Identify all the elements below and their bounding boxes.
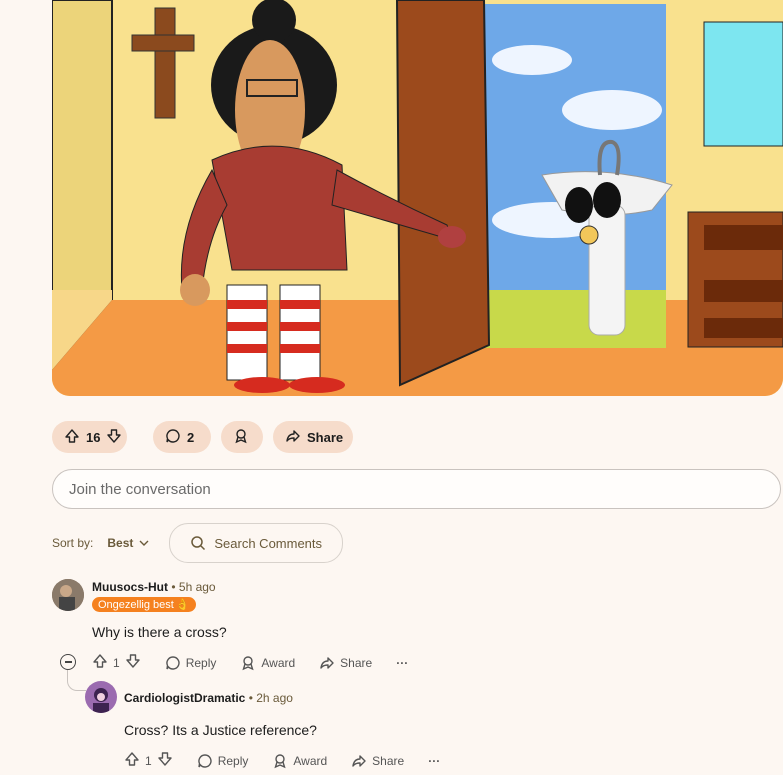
award-icon (274, 753, 286, 768)
downvote-icon[interactable] (125, 653, 141, 672)
reply-button[interactable]: Reply (165, 655, 217, 671)
join-placeholder: Join the conversation (69, 480, 211, 498)
sort-value: Best (107, 536, 134, 550)
reply-label: Reply (185, 655, 217, 670)
comment-vote-count: 1 (113, 655, 120, 670)
search-icon (191, 536, 206, 551)
comment-time: • 5h ago (171, 580, 216, 594)
reply-button[interactable]: Reply (197, 753, 249, 769)
award-button[interactable]: Award (272, 753, 327, 769)
more-options-button[interactable]: ··· (396, 656, 408, 670)
comment-text: Why is there a cross? (92, 624, 227, 640)
cartoon-illustration (52, 0, 783, 396)
share-button[interactable]: Share (319, 655, 372, 671)
chevron-down-icon (139, 540, 149, 546)
comment-header: CardiologistDramatic • 2h ago (124, 691, 293, 705)
sort-by-label: Sort by: (52, 536, 94, 550)
user-flair: Ongezellig best 👌 (92, 597, 196, 612)
share-button[interactable]: Share (273, 421, 353, 453)
search-comments-placeholder: Search Comments (214, 535, 323, 551)
vote-count: 16 (86, 429, 101, 445)
timestamp: 2h ago (256, 691, 293, 705)
thread-line (67, 670, 86, 691)
comment-vote: 1 (124, 751, 173, 770)
join-conversation-input[interactable]: Join the conversation (52, 469, 781, 509)
upvote-icon[interactable] (92, 653, 108, 672)
post-image[interactable] (52, 0, 783, 396)
award-button[interactable] (221, 421, 263, 453)
sort-dropdown[interactable]: Best (107, 536, 149, 550)
award-button[interactable]: Award (240, 655, 295, 671)
ok-hand-icon: 👌 (175, 599, 190, 611)
comment-vote: 1 (92, 653, 141, 672)
collapse-icon[interactable] (60, 654, 76, 670)
comment-actions: 1 Reply Award Share ··· (124, 751, 464, 770)
award-icon (242, 655, 254, 670)
avatar[interactable] (85, 681, 117, 713)
sort-row: Sort by: Best Search Comments (52, 523, 344, 563)
upvote-icon[interactable] (124, 751, 140, 770)
share-icon (285, 428, 301, 447)
comment-icon (165, 428, 181, 447)
comment-header: Muusocs-Hut • 5h ago (92, 580, 216, 594)
flair-text: Ongezellig best (98, 598, 174, 611)
downvote-icon[interactable] (106, 428, 122, 447)
award-icon (233, 428, 249, 447)
award-label: Award (261, 655, 296, 670)
share-icon (320, 656, 334, 669)
vote-pill: 16 (52, 421, 127, 453)
upvote-icon[interactable] (64, 428, 80, 447)
comments-button[interactable]: 2 (153, 421, 211, 453)
comment-count: 2 (187, 429, 195, 445)
comment-author[interactable]: CardiologistDramatic (124, 691, 245, 705)
share-label: Share (372, 753, 405, 768)
share-icon (352, 754, 366, 767)
avatar[interactable] (52, 579, 84, 611)
search-comments-input[interactable]: Search Comments (169, 523, 344, 563)
share-label: Share (340, 655, 373, 670)
comment-text: Cross? Its a Justice reference? (124, 722, 317, 738)
comment-icon (165, 655, 180, 670)
share-button[interactable]: Share (351, 753, 404, 769)
comment-vote-count: 1 (145, 753, 152, 768)
comment-icon (197, 753, 212, 768)
comment-actions: 1 Reply Award Share ··· (92, 653, 432, 672)
award-label: Award (293, 753, 328, 768)
downvote-icon[interactable] (157, 751, 173, 770)
comment-time: • 2h ago (248, 691, 293, 705)
reply-label: Reply (217, 753, 249, 768)
post-action-bar: 16 2 Share (52, 421, 353, 453)
more-options-button[interactable]: ··· (428, 754, 440, 768)
comment-author[interactable]: Muusocs-Hut (92, 580, 168, 594)
share-label: Share (307, 429, 344, 445)
timestamp: 5h ago (178, 580, 216, 594)
